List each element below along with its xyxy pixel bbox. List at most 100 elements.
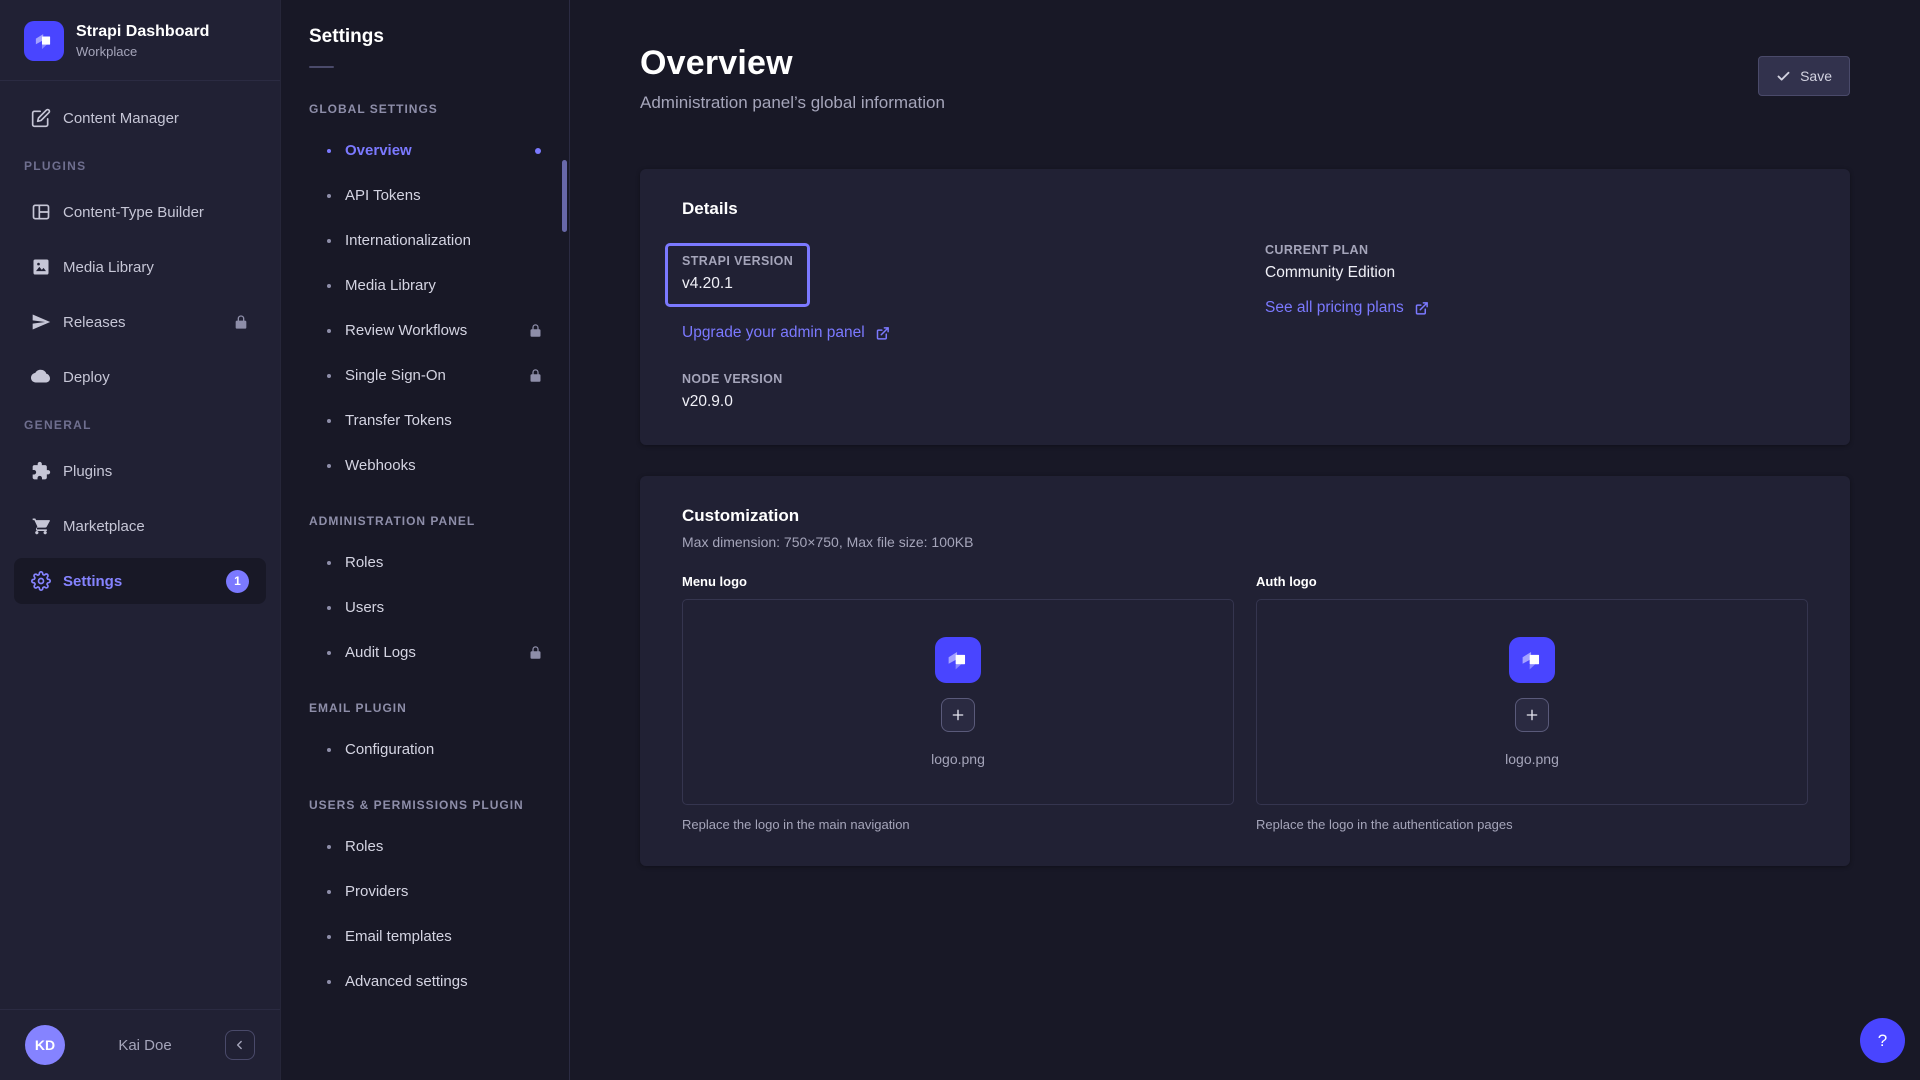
settings-item-label: Roles bbox=[345, 838, 383, 855]
settings-notification-badge: 1 bbox=[226, 570, 249, 593]
nav-item-settings[interactable]: Settings 1 bbox=[14, 558, 266, 604]
current-plan-field: CURRENT PLAN Community Edition bbox=[1265, 243, 1808, 282]
active-notification-dot bbox=[535, 148, 541, 154]
settings-item-configuration[interactable]: Configuration bbox=[281, 727, 569, 772]
settings-item-email-templates[interactable]: Email templates bbox=[281, 914, 569, 959]
settings-item-label: Media Library bbox=[345, 277, 436, 294]
customization-card: Customization Max dimension: 750×750, Ma… bbox=[640, 476, 1850, 866]
current-plan-value: Community Edition bbox=[1265, 264, 1808, 282]
page-header-text: Overview Administration panel’s global i… bbox=[640, 44, 945, 113]
nav-item-content-manager[interactable]: Content Manager bbox=[14, 95, 266, 141]
nav-item-plugins[interactable]: Plugins bbox=[14, 448, 266, 494]
settings-item-webhooks[interactable]: Webhooks bbox=[281, 443, 569, 488]
settings-item-label: Email templates bbox=[345, 928, 452, 945]
menu-logo-upload-box[interactable]: logo.png bbox=[682, 599, 1234, 805]
user-avatar[interactable]: KD bbox=[25, 1025, 65, 1065]
settings-item-transfer-tokens[interactable]: Transfer Tokens bbox=[281, 398, 569, 443]
title-divider bbox=[309, 66, 334, 68]
nav-item-label: Plugins bbox=[63, 463, 249, 480]
main-nav: Strapi Dashboard Workplace Content Manag… bbox=[0, 0, 281, 1080]
menu-logo-caption: Replace the logo in the main navigation bbox=[682, 817, 1234, 832]
page-subtitle: Administration panel’s global informatio… bbox=[640, 93, 945, 113]
scrollbar-thumb[interactable] bbox=[562, 160, 567, 232]
collapse-sidebar-button[interactable] bbox=[225, 1030, 255, 1060]
settings-nav-title: Settings bbox=[281, 26, 569, 48]
upgrade-link-label: Upgrade your admin panel bbox=[682, 324, 865, 342]
cloud-icon bbox=[31, 367, 51, 387]
settings-nav: Settings GLOBAL SETTINGS Overview API To… bbox=[281, 0, 570, 1080]
details-card-title: Details bbox=[682, 199, 1808, 219]
details-right-column: CURRENT PLAN Community Edition See all p… bbox=[1265, 243, 1808, 411]
settings-item-providers[interactable]: Providers bbox=[281, 869, 569, 914]
settings-item-media-library[interactable]: Media Library bbox=[281, 263, 569, 308]
details-grid: STRAPI VERSION v4.20.1 Upgrade your admi… bbox=[682, 243, 1808, 411]
settings-item-single-sign-on[interactable]: Single Sign-On bbox=[281, 353, 569, 398]
settings-item-label: Providers bbox=[345, 883, 408, 900]
user-area: KD Kai Doe bbox=[0, 1009, 280, 1080]
workplace-switcher[interactable]: Strapi Dashboard Workplace bbox=[0, 0, 280, 81]
settings-item-roles-admin[interactable]: Roles bbox=[281, 540, 569, 585]
settings-item-label: Single Sign-On bbox=[345, 367, 446, 384]
plus-icon bbox=[1524, 707, 1540, 723]
settings-item-label: Overview bbox=[345, 142, 412, 159]
strapi-logo-icon bbox=[24, 21, 64, 61]
nav-item-content-type-builder[interactable]: Content-Type Builder bbox=[14, 189, 266, 235]
nav-item-label: Deploy bbox=[63, 369, 249, 386]
save-button[interactable]: Save bbox=[1758, 56, 1850, 96]
nav-item-deploy[interactable]: Deploy bbox=[14, 354, 266, 400]
nav-item-marketplace[interactable]: Marketplace bbox=[14, 503, 266, 549]
bullet-icon bbox=[327, 748, 331, 752]
auth-logo-label: Auth logo bbox=[1256, 574, 1808, 589]
strapi-version-label: STRAPI VERSION bbox=[682, 254, 793, 268]
bullet-icon bbox=[327, 419, 331, 423]
bullet-icon bbox=[327, 651, 331, 655]
bullet-icon bbox=[327, 374, 331, 378]
add-logo-button[interactable] bbox=[941, 698, 975, 732]
nav-item-label: Settings bbox=[63, 573, 214, 590]
nav-item-releases[interactable]: Releases bbox=[14, 299, 266, 345]
details-left-column: STRAPI VERSION v4.20.1 Upgrade your admi… bbox=[682, 243, 1225, 411]
page-title: Overview bbox=[640, 44, 945, 83]
current-plan-label: CURRENT PLAN bbox=[1265, 243, 1808, 257]
upgrade-admin-panel-link[interactable]: Upgrade your admin panel bbox=[682, 324, 890, 342]
main-nav-list: Content Manager PLUGINS Content-Type Bui… bbox=[0, 81, 280, 1009]
settings-item-label: Review Workflows bbox=[345, 322, 467, 339]
auth-logo-upload-box[interactable]: logo.png bbox=[1256, 599, 1808, 805]
pricing-link-label: See all pricing plans bbox=[1265, 299, 1404, 317]
nav-item-media-library[interactable]: Media Library bbox=[14, 244, 266, 290]
strapi-version-highlight: STRAPI VERSION v4.20.1 bbox=[665, 243, 810, 307]
auth-logo-block: Auth logo logo.png Replace the logo bbox=[1256, 574, 1808, 832]
nav-item-label: Marketplace bbox=[63, 518, 249, 535]
edit-pen-icon bbox=[31, 108, 51, 128]
nav-item-label: Media Library bbox=[63, 259, 249, 276]
bullet-icon bbox=[327, 935, 331, 939]
nav-section-plugins: PLUGINS bbox=[24, 159, 256, 173]
settings-item-users[interactable]: Users bbox=[281, 585, 569, 630]
settings-item-advanced-settings[interactable]: Advanced settings bbox=[281, 959, 569, 1004]
help-button[interactable]: ? bbox=[1860, 1018, 1905, 1063]
strapi-logo-icon bbox=[935, 637, 981, 683]
menu-logo-block: Menu logo logo.png Replace the logo bbox=[682, 574, 1234, 832]
node-version-field: NODE VERSION v20.9.0 bbox=[682, 372, 1225, 411]
auth-logo-caption: Replace the logo in the authentication p… bbox=[1256, 817, 1808, 832]
settings-item-overview[interactable]: Overview bbox=[281, 128, 569, 173]
settings-item-label: Advanced settings bbox=[345, 973, 468, 990]
settings-item-label: Transfer Tokens bbox=[345, 412, 452, 429]
customization-card-title: Customization bbox=[682, 506, 1808, 526]
node-version-value: v20.9.0 bbox=[682, 393, 1225, 411]
settings-item-audit-logs[interactable]: Audit Logs bbox=[281, 630, 569, 675]
settings-item-internationalization[interactable]: Internationalization bbox=[281, 218, 569, 263]
settings-item-label: Internationalization bbox=[345, 232, 471, 249]
external-link-icon bbox=[1414, 301, 1429, 316]
bullet-icon bbox=[327, 890, 331, 894]
bullet-icon bbox=[327, 845, 331, 849]
settings-item-api-tokens[interactable]: API Tokens bbox=[281, 173, 569, 218]
add-logo-button[interactable] bbox=[1515, 698, 1549, 732]
settings-item-roles-up[interactable]: Roles bbox=[281, 824, 569, 869]
pricing-plans-link[interactable]: See all pricing plans bbox=[1265, 299, 1429, 317]
bullet-icon bbox=[327, 464, 331, 468]
bullet-icon bbox=[327, 194, 331, 198]
gear-icon bbox=[31, 571, 51, 591]
settings-item-label: API Tokens bbox=[345, 187, 421, 204]
settings-item-review-workflows[interactable]: Review Workflows bbox=[281, 308, 569, 353]
